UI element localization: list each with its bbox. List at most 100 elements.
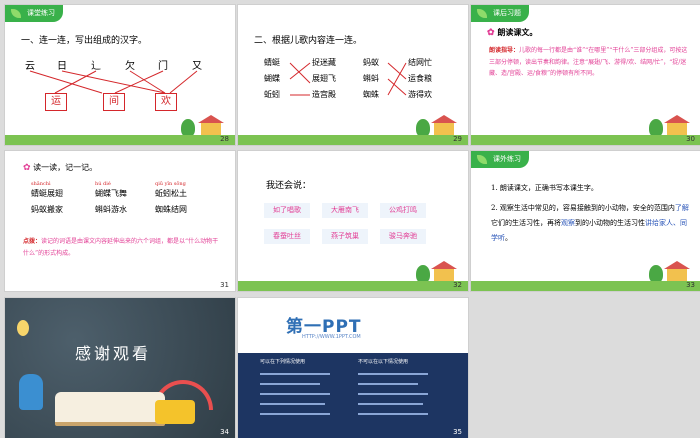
leaf-icon (477, 9, 487, 18)
tip-note: 点拨：读记的词语是由课文内容延伸出来的六个词组，都是以“什么动物干什么”的形式构… (23, 236, 223, 260)
item2-highlight: 了解 (674, 204, 689, 212)
open-book-illustration (55, 392, 165, 426)
tag-label: 课后习题 (493, 9, 521, 17)
word-column-2: hú dié 蝴蝶飞舞 蝌蚪游水 (95, 181, 127, 215)
word-mid-1: 捉迷藏 (312, 58, 336, 67)
list-line (260, 413, 330, 415)
note-label: 点拨： (23, 238, 42, 245)
note-text: 读记的词语是由课文内容延伸出来的六个词组，都是以“什么动物干什么”的形式构成。 (23, 238, 219, 257)
slide-29[interactable]: 二、根据儿歌内容连一连。 蜻蜓 蝴蝶 蚯蚓 捉迷藏 展翅飞 造宫殿 蚂蚁 蝌蚪 … (237, 4, 469, 146)
slide-28[interactable]: 课堂练习 一、连一连，写出组成的汉字。 云 日 辶 欠 门 又 运 间 欢 28 (4, 4, 236, 146)
leaf-icon (477, 155, 487, 164)
school-bus-illustration (155, 400, 195, 424)
grass (238, 135, 468, 145)
slide-number: 32 (453, 281, 462, 289)
phrase-card-3: 公鸡打鸣 (380, 203, 426, 218)
insect-word-3: 蜘蛛 (363, 90, 379, 99)
word-left-2: 蝴蝶 (264, 74, 280, 83)
phrase-card-6: 骏马奔驰 (380, 229, 426, 244)
word: 蚯蚓松土 (155, 189, 187, 198)
list-line (358, 413, 428, 415)
grass (238, 281, 468, 291)
slide-34[interactable]: 感谢观看 34 (4, 297, 236, 438)
slide-number: 28 (220, 135, 229, 143)
pinyin: shǎnchì (31, 181, 51, 187)
section-tag: 课后习题 (471, 5, 529, 22)
slide-number: 33 (686, 281, 695, 289)
scenery (471, 261, 700, 291)
list-line (358, 383, 418, 385)
phrase-card-1: 如了唱歌 (264, 203, 310, 218)
lamp-icon (17, 320, 29, 336)
grass (471, 281, 700, 291)
slide-32[interactable]: 我还会说： 如了唱歌 大雁南飞 公鸡打鸣 春蚕吐丝 燕子筑巢 骏马奔驰 32 (237, 150, 469, 292)
slide-31[interactable]: ✿ 读一读，记一记。 shǎnchì 蜻蜓展翅 蚂蚁搬家 hú dié 蝴蝶飞舞… (4, 150, 236, 292)
read-title: ✿ 读一读，记一记。 (23, 162, 97, 173)
slide-30[interactable]: 课后习题 ✿ 朗读课文。 朗读指导：儿歌的每一行都是由“谁”“在哪里”“干什么”… (470, 4, 700, 146)
list-line (260, 383, 320, 385)
grass (5, 135, 235, 145)
pinyin: qiū yǐn sōng (155, 181, 186, 187)
phrase-card-5: 燕子筑巢 (322, 229, 368, 244)
homework-item-1: 1. 朗读课文，正确书写本课生字。 (491, 184, 598, 192)
word-right-1: 结网忙 (408, 58, 432, 67)
list-line (260, 373, 330, 375)
child-illustration (19, 374, 43, 410)
slide-number: 31 (220, 281, 229, 289)
answer-box-1: 运 (45, 93, 67, 111)
item2-text: 2. 观察生活中常见的，容易接触到的小动物，安全的范围内 (491, 204, 675, 212)
slide-35[interactable]: 第一PPT HTTP://WWW.1PPT.COM 可以在下列情况使用 不可以在… (237, 297, 469, 438)
scenery (5, 115, 235, 145)
guide-text: 儿歌的每一行都是由“谁”“在哪里”“干什么”三部分组成，可按这三部分停顿，读出节… (489, 47, 688, 77)
thanks-title: 感谢观看 (75, 344, 152, 363)
item2-text: 它们的生活习性，再将 (491, 219, 561, 227)
title-text: 读一读，记一记。 (33, 163, 98, 172)
scenery (238, 115, 468, 145)
answer-box-2: 间 (103, 93, 125, 111)
tag-label: 课外练习 (493, 155, 521, 163)
word: 蜻蜓展翅 (31, 189, 63, 198)
insect-word-2: 蝌蚪 (363, 74, 379, 83)
phrase-card-2: 大雁南飞 (322, 203, 368, 218)
homework-item-2: 2. 观察生活中常见的，容易接触到的小动物，安全的范围内了解它们的生活习性，再将… (491, 201, 691, 246)
word: 蝌蚪游水 (95, 205, 127, 214)
brand-url: HTTP://WWW.1PPT.COM (302, 334, 361, 340)
slide-33[interactable]: 课外练习 1. 朗读课文，正确书写本课生字。 2. 观察生活中常见的，容易接触到… (470, 150, 700, 292)
flower-icon: ✿ (23, 163, 31, 173)
insect-word-1: 蚂蚁 (363, 58, 379, 67)
list-line (358, 393, 428, 395)
list-line (358, 373, 428, 375)
item2-text: 。 (505, 234, 512, 242)
scenery (238, 261, 468, 291)
slide-number: 30 (686, 135, 695, 143)
phrase-card-4: 春蚕吐丝 (264, 229, 310, 244)
word-right-2: 运食粮 (408, 74, 432, 83)
word-mid-2: 展翅飞 (312, 74, 336, 83)
item2-highlight: 观察 (561, 219, 575, 227)
item2-text: 到的小动物的生活习性 (575, 219, 645, 227)
answer-box-3: 欢 (155, 93, 177, 111)
reading-guide: 朗读指导：儿歌的每一行都是由“谁”“在哪里”“干什么”三部分组成，可按这三部分停… (489, 45, 693, 80)
slide-number: 34 (220, 428, 229, 436)
scenery (471, 115, 700, 145)
word-left-1: 蜻蜓 (264, 58, 280, 67)
slide-number: 29 (453, 135, 462, 143)
info-panel (238, 353, 468, 438)
list-line (358, 403, 423, 405)
forbidden-heading: 不可以在以下情况使用 (358, 359, 409, 365)
word: 蝴蝶飞舞 (95, 189, 127, 198)
word-column-1: shǎnchì 蜻蜓展翅 蚂蚁搬家 (31, 181, 63, 215)
word: 蚂蚁搬家 (31, 205, 63, 214)
guide-label: 朗读指导： (489, 47, 520, 54)
reading-title: ✿ 朗读课文。 (487, 27, 537, 38)
title-text: 朗读课文。 (497, 27, 538, 37)
section-tag: 课外练习 (471, 151, 529, 168)
flower-icon: ✿ (487, 28, 495, 38)
grass (471, 135, 700, 145)
say-title: 我还会说： (266, 181, 312, 191)
word-left-3: 蚯蚓 (264, 90, 280, 99)
list-line (260, 393, 330, 395)
slide-number: 35 (453, 428, 462, 436)
word-mid-3: 造宫殿 (312, 90, 336, 99)
word: 蜘蛛结网 (155, 205, 187, 214)
